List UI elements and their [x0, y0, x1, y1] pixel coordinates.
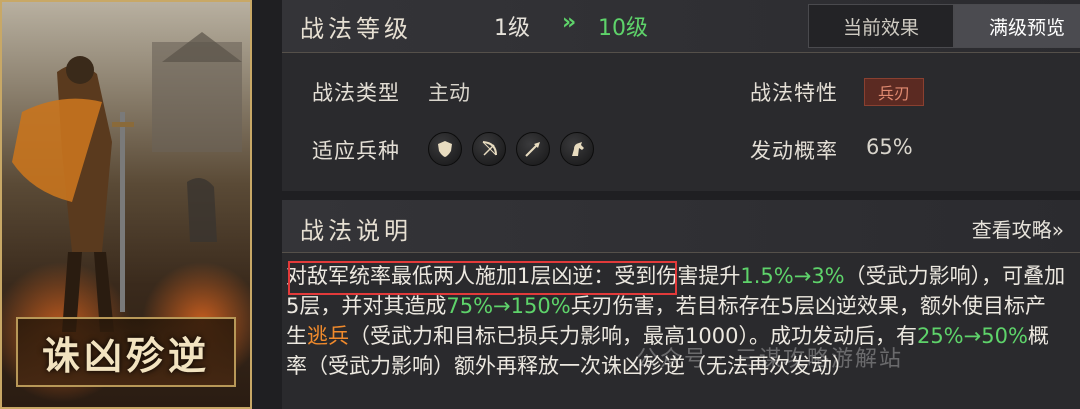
skill-description: 对敌军统率最低两人施加1层凶逆：受到伤害提升1.5%→3%（受武力影响），可叠加… [282, 253, 1080, 409]
desc-value-damage-rate: 75%→150% [446, 294, 571, 318]
desc-value-damage-taken: 1.5%→3% [740, 264, 845, 288]
level-header: 战法等级 1级 » 10级 当前效果 满级预览 [282, 0, 1080, 53]
skill-type-value: 主动 [428, 81, 470, 105]
cavalry-troop-icon [560, 132, 594, 166]
description-header: 战法说明 查看攻略» [282, 200, 1080, 253]
skill-card: 诛凶殄逆 [0, 0, 252, 409]
bow-troop-icon [472, 132, 506, 166]
tab-max-level-preview[interactable]: 满级预览 [954, 4, 1080, 48]
trigger-rate-label: 发动概率 [750, 139, 838, 163]
skill-name: 诛凶殄逆 [41, 332, 210, 378]
level-title: 战法等级 [300, 15, 412, 43]
level-arrow-icon: » [562, 10, 577, 35]
skill-feature-badge: 兵刃 [864, 78, 924, 106]
effect-tabs: 当前效果 满级预览 [808, 4, 1080, 48]
skill-feature-label: 战法特性 [750, 81, 838, 105]
tab-current-effect[interactable]: 当前效果 [808, 4, 954, 48]
shield-troop-icon [428, 132, 462, 166]
highlight-box [288, 261, 677, 295]
spear-troop-icon [516, 132, 550, 166]
level-from: 1级 [494, 16, 530, 41]
watermark: 公众号 · 三谋攻略游解站 [636, 347, 903, 372]
skill-name-plate: 诛凶殄逆 [16, 317, 236, 387]
description-title: 战法说明 [300, 217, 412, 245]
trigger-rate-value: 65% [866, 135, 913, 159]
skill-detail-panel: 战法等级 1级 » 10级 当前效果 满级预览 战法类型 主动 战法特性 兵刃 … [262, 0, 1080, 409]
desc-value-extra-chance: 25%→50% [916, 324, 1028, 348]
troop-types-label: 适应兵种 [312, 139, 400, 163]
skill-properties: 战法类型 主动 战法特性 兵刃 适应兵种 发动概率 65% [282, 53, 1080, 191]
troop-types-list [428, 132, 594, 166]
level-to: 10级 [598, 16, 648, 41]
desc-keyword-deserter: 逃兵 [307, 324, 349, 348]
skill-type-label: 战法类型 [312, 81, 400, 105]
view-guide-link[interactable]: 查看攻略» [972, 214, 1064, 243]
